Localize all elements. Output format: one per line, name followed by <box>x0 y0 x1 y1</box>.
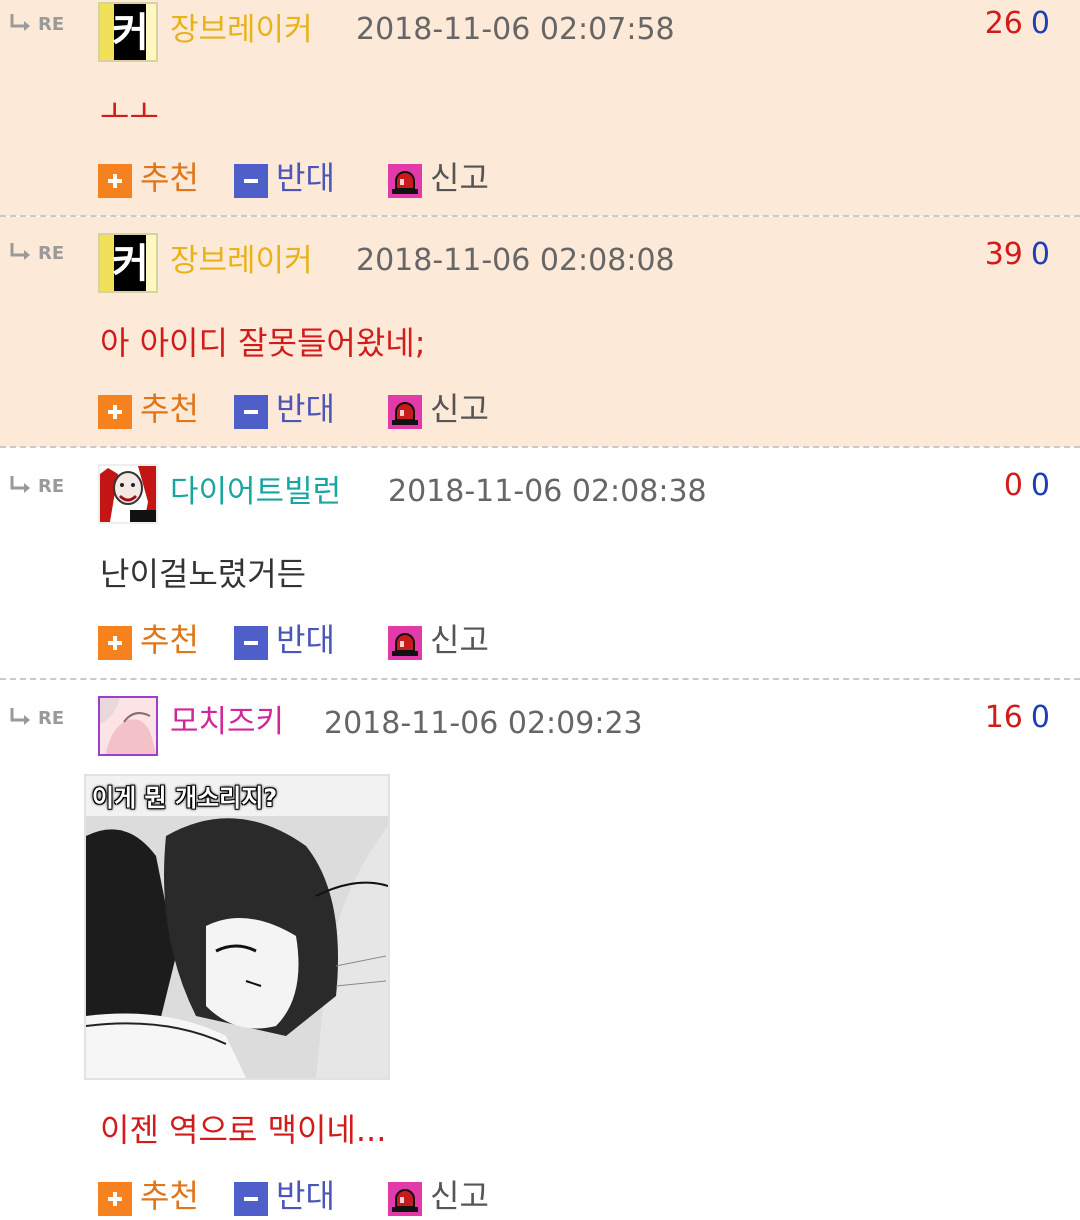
comment-datetime: 2018-11-06 02:08:38 <box>388 474 707 509</box>
report-button[interactable]: 신고 <box>388 618 498 662</box>
avatar-image <box>100 466 156 522</box>
plus-icon <box>98 164 132 198</box>
reply-marker: RE <box>38 14 65 35</box>
upvote-count: 39 <box>984 237 1023 272</box>
downvote-count: 0 <box>1030 700 1050 735</box>
report-label: 신고 <box>430 621 489 659</box>
plus-icon <box>98 626 132 660</box>
nickname-link[interactable]: 장브레이커 <box>170 10 313 50</box>
comment-text: ㅗㅗ <box>100 93 159 131</box>
report-button[interactable]: 신고 <box>388 1174 498 1218</box>
avatar[interactable]: 커 <box>98 233 158 293</box>
vote-counts: 26 0 <box>985 4 1050 44</box>
recommend-label: 추천 <box>140 621 199 659</box>
minus-icon <box>234 395 268 429</box>
downvote-count: 0 <box>1030 6 1050 41</box>
oppose-button[interactable]: 반대 <box>234 156 344 200</box>
siren-icon <box>388 1182 422 1216</box>
siren-icon <box>388 395 422 429</box>
comment-datetime: 2018-11-06 02:09:23 <box>324 706 643 741</box>
minus-icon <box>234 1182 268 1216</box>
oppose-label: 반대 <box>276 1177 335 1215</box>
avatar-text: 커 <box>112 10 149 56</box>
comment-item: RE 모치즈키 2018-11-06 02:09:23 16 0 이게 뭔 개소리… <box>0 680 1080 1220</box>
nickname-link[interactable]: 다이어트빌런 <box>170 472 341 512</box>
upvote-count: 16 <box>984 700 1023 735</box>
avatar[interactable] <box>98 696 158 756</box>
avatar[interactable]: 커 <box>98 2 158 62</box>
comment-datetime: 2018-11-06 02:07:58 <box>356 12 675 47</box>
vote-counts: 16 0 <box>985 698 1050 738</box>
recommend-button[interactable]: 추천 <box>98 387 208 431</box>
upvote-count: 0 <box>1003 468 1023 503</box>
avatar-image <box>100 698 156 754</box>
oppose-label: 반대 <box>276 621 335 659</box>
downvote-count: 0 <box>1030 237 1050 272</box>
recommend-label: 추천 <box>140 159 199 197</box>
recommend-button[interactable]: 추천 <box>98 618 208 662</box>
minus-icon <box>234 626 268 660</box>
image-caption-text: 이게 뭔 개소리지? <box>92 784 278 812</box>
comment-item: RE 커 장브레이커 2018-11-06 02:07:58 26 0 ㅗㅗ 추천… <box>0 0 1080 216</box>
comment-text: 아 아이디 잘못들어왔네; <box>100 324 426 362</box>
manga-panel-image <box>85 776 389 1078</box>
reply-marker: RE <box>38 476 65 497</box>
nickname-link[interactable]: 장브레이커 <box>170 241 313 281</box>
oppose-button[interactable]: 반대 <box>234 387 344 431</box>
downvote-count: 0 <box>1030 468 1050 503</box>
siren-icon <box>388 626 422 660</box>
plus-icon <box>98 395 132 429</box>
report-label: 신고 <box>430 159 489 197</box>
recommend-label: 추천 <box>140 390 199 428</box>
comment-text: 난이걸노렸거든 <box>100 555 307 593</box>
report-button[interactable]: 신고 <box>388 387 498 431</box>
vote-counts: 00 <box>1004 466 1050 506</box>
comment-item: RE 커 장브레이커 2018-11-06 02:08:08 39 0 아 아이디… <box>0 217 1080 447</box>
minus-icon <box>234 164 268 198</box>
report-label: 신고 <box>430 390 489 428</box>
oppose-button[interactable]: 반대 <box>234 1174 344 1218</box>
comment-datetime: 2018-11-06 02:08:08 <box>356 243 675 278</box>
recommend-button[interactable]: 추천 <box>98 156 208 200</box>
comment-text: 이젠 역으로 맥이네... <box>100 1111 387 1149</box>
plus-icon <box>98 1182 132 1216</box>
recommend-label: 추천 <box>140 1177 199 1215</box>
avatar[interactable] <box>98 464 158 524</box>
report-label: 신고 <box>430 1177 489 1215</box>
reply-marker: RE <box>38 708 65 729</box>
nickname-link[interactable]: 모치즈키 <box>170 702 284 742</box>
siren-icon <box>388 164 422 198</box>
avatar-text: 커 <box>112 241 149 287</box>
oppose-label: 반대 <box>276 159 335 197</box>
oppose-button[interactable]: 반대 <box>234 618 344 662</box>
attached-image[interactable]: 이게 뭔 개소리지? <box>84 774 390 1080</box>
reply-marker: RE <box>38 243 65 264</box>
oppose-label: 반대 <box>276 390 335 428</box>
recommend-button[interactable]: 추천 <box>98 1174 208 1218</box>
report-button[interactable]: 신고 <box>388 156 498 200</box>
upvote-count: 26 <box>984 6 1023 41</box>
vote-counts: 39 0 <box>985 235 1050 275</box>
comment-item: RE 다이어트빌런 2018-11-06 02:08:38 00 난이걸노렸거든… <box>0 448 1080 678</box>
